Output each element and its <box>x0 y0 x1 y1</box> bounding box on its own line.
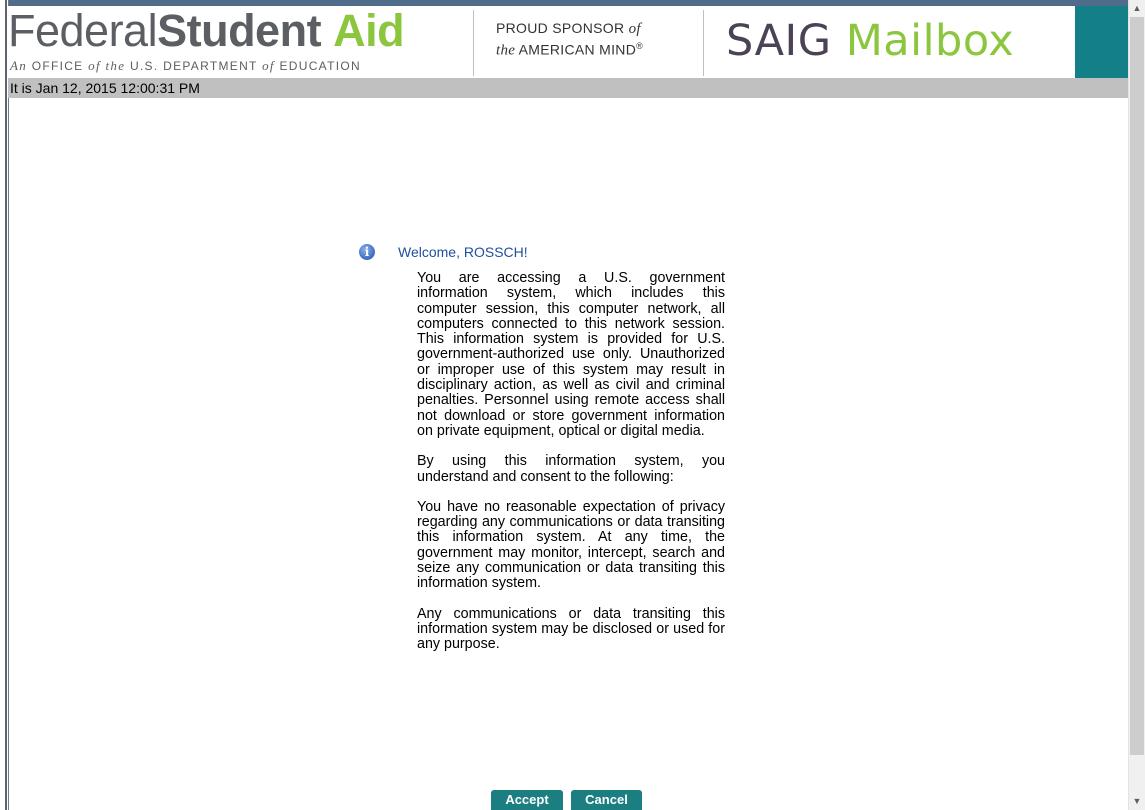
registered-mark: ® <box>636 41 644 51</box>
vertical-scrollbar[interactable]: ▲ ▼ <box>1128 0 1145 810</box>
window-left-edge <box>0 0 9 810</box>
tagline-of-2: of <box>262 58 275 73</box>
logo-aid: Aid <box>333 5 405 56</box>
logo-tagline: An OFFICE of the U.S. DEPARTMENT of EDUC… <box>10 58 361 74</box>
federal-student-aid-logo: FederalStudent Aid An OFFICE of the U.S.… <box>8 6 464 78</box>
cancel-button[interactable]: Cancel <box>571 790 642 810</box>
sponsor-proud: PROUD SPONSOR <box>496 20 625 36</box>
page: FederalStudent Aid An OFFICE of the U.S.… <box>0 0 1145 810</box>
sponsor-of: of <box>628 21 641 37</box>
header-divider <box>473 10 474 76</box>
tagline-the: the <box>105 58 126 73</box>
security-notice: You are accessing a U.S. government info… <box>417 270 725 668</box>
logo-federal: Federal <box>8 5 158 56</box>
sponsor-line-1: PROUD SPONSOR of <box>496 20 696 38</box>
scroll-up-arrow-icon[interactable]: ▲ <box>1129 0 1145 17</box>
tagline-department: U.S. DEPARTMENT <box>129 59 258 73</box>
notice-paragraph: By using this information system, you un… <box>417 453 725 485</box>
header-divider-2 <box>703 10 704 76</box>
title-mailbox: Mailbox <box>845 16 1015 66</box>
current-datetime: It is Jan 12, 2015 12:00:31 PM <box>10 80 200 96</box>
notice-paragraph: Any communications or data transiting th… <box>417 605 725 653</box>
date-bar: It is Jan 12, 2015 12:00:31 PM <box>8 78 1128 98</box>
welcome-text: Welcome, ROSSCH! <box>398 244 528 260</box>
scroll-down-arrow-icon[interactable]: ▼ <box>1129 793 1145 810</box>
notice-paragraph: You have no reasonable expectation of pr… <box>417 498 725 592</box>
scrollbar-thumb[interactable] <box>1130 17 1144 755</box>
tagline-of: of <box>88 58 101 73</box>
header-accent-block <box>1075 6 1128 78</box>
info-icon: i <box>359 244 375 260</box>
tagline-an: An <box>10 58 28 73</box>
notice-paragraph: You are accessing a U.S. government info… <box>417 270 725 439</box>
tagline-office: OFFICE <box>31 59 84 73</box>
tagline-education: EDUCATION <box>279 59 361 73</box>
sponsor-text: PROUD SPONSOR of the AMERICAN MIND® <box>496 20 696 60</box>
title-saig: SAIG <box>726 16 832 66</box>
accept-button[interactable]: Accept <box>491 790 563 810</box>
logo-student: Student <box>157 5 322 56</box>
saig-mailbox-title: SAIG Mailbox <box>726 14 1014 68</box>
site-header: FederalStudent Aid An OFFICE of the U.S.… <box>8 6 1128 78</box>
sponsor-american-mind: AMERICAN MIND <box>518 41 637 58</box>
logo-wordmark: FederalStudent Aid <box>8 5 405 56</box>
sponsor-the: the <box>496 42 516 59</box>
sponsor-line-2: the AMERICAN MIND® <box>496 38 696 60</box>
